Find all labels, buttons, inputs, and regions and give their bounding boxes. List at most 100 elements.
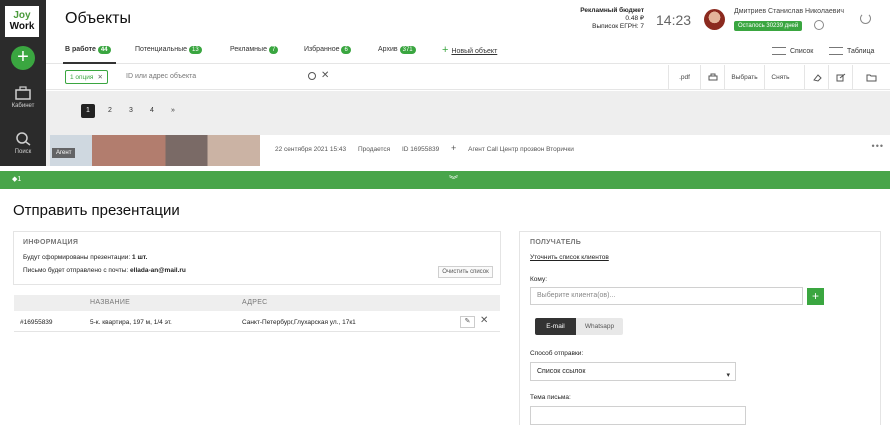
logo[interactable]: Joy Work [5,6,39,37]
subject-label: Тема письма: [530,394,571,401]
presentations-count: Будут сформированы презентации: 1 шт. [23,254,147,261]
object-card[interactable]: Агент 22 сентября 2021 15:43 Продается I… [50,135,890,166]
method-select[interactable]: Список ссылок ▾ [530,362,736,381]
clear-icon[interactable]: ✕ [321,70,329,81]
tab-potential[interactable]: Потенциальные 13 [135,46,202,54]
tab-favorites[interactable]: Избранное 6 [304,46,351,54]
tab-label: В работе [65,46,96,53]
budget-info: Рекламный бюджет 0.48 ₽ Выписок ЕГРН: 7 [572,7,644,31]
new-object-link[interactable]: + Новый объект [442,44,497,56]
clear-filter-button[interactable] [804,65,828,90]
to-label: Кому: [530,276,547,283]
logo-line1: Joy [13,10,31,21]
email-toggle[interactable]: E-mail [535,318,576,335]
pdf-button[interactable]: .pdf [668,65,700,90]
folder-button[interactable] [852,65,890,90]
page-title: Объекты [65,10,131,27]
view-list[interactable]: Список [772,47,813,55]
selected-count-badge: ◆1 [12,176,22,183]
edit-icon[interactable]: ✎ [460,316,475,328]
method-value: Список ссылок [537,368,586,375]
client-input[interactable]: Выберите клиента(ов)... [530,287,803,305]
whatsapp-toggle[interactable]: Whatsapp [576,318,623,335]
egrn-count: Выписок ЕГРН: 7 [592,23,644,30]
refine-clients-link[interactable]: Уточнить список клиентов [530,254,609,261]
table-row: #16955839 5-к. квартира, 197 м, 1/4 эт. … [14,312,500,332]
print-icon [708,73,717,81]
close-icon[interactable]: ✕ [97,74,102,81]
search-input[interactable]: ID или адрес объекта [126,73,196,80]
new-object-label: Новый объект [451,48,498,55]
add-icon[interactable]: + [451,143,456,153]
tab-label: Потенциальные [135,46,187,53]
sender-email-label: Письмо будет отправлено с почты: [23,267,129,274]
filter-bar: 1 опция ✕ ID или адрес объекта ✕ .pdf Выб… [46,65,890,90]
objects-list: 1 2 3 4 » Агент 22 сентября 2021 15:43 П… [46,91,890,166]
logo-line2: Work [9,21,35,32]
tab-in-work[interactable]: В работе 44 [65,46,111,54]
sidebar-item-label: Кабинет [11,103,35,109]
options-chip[interactable]: 1 опция ✕ [65,70,108,84]
chevron-down-icon[interactable]: ︾ [449,173,458,186]
plus-icon: + [442,44,449,56]
column-name: НАЗВАНИЕ [90,299,131,306]
share-icon [836,73,845,82]
avatar[interactable] [704,9,725,30]
object-agent[interactable]: Агент Call Центр прозвон Вторички [468,146,574,153]
chat-icon[interactable] [814,20,824,30]
presentations-count-value: 1 шт. [132,254,148,261]
power-icon[interactable] [860,13,871,24]
info-box: ИНФОРМАЦИЯ Будут сформированы презентаци… [13,231,501,285]
tab-count: 13 [189,46,202,54]
print-button[interactable] [700,65,724,90]
clear-list-button[interactable]: Очистить список [438,266,493,278]
column-address: АДРЕС [242,299,268,306]
object-photo[interactable] [50,135,260,166]
more-icon[interactable]: ••• [872,141,884,151]
tab-count: 371 [399,46,416,54]
page-3[interactable]: 3 [124,104,138,118]
sender-email-value: ellada-an@mail.ru [130,267,186,274]
chevron-down-icon: ▾ [726,372,730,379]
add-object-button[interactable]: + [11,46,35,70]
object-status: Продается [357,146,391,153]
tab-count: 44 [97,46,111,54]
tab-archive[interactable]: Архив 371 [378,46,416,54]
search-icon[interactable] [308,72,316,80]
page-next[interactable]: » [166,104,180,118]
tab-label: Архив [378,46,398,53]
delete-icon[interactable]: ✕ [480,315,488,326]
tab-label: Избранное [304,46,340,53]
sidebar-item-cabinet[interactable]: Кабинет [0,86,46,109]
deselect-button[interactable]: Снять [764,65,796,90]
eraser-icon [812,74,822,82]
sidebar: Joy Work + Кабинет Поиск [0,0,46,166]
select-button[interactable]: Выбрать [724,65,764,90]
row-address: Санкт-Петербург,Глухарская ул., 17к1 [242,319,356,326]
tab-advertising[interactable]: Рекламные 7 [230,46,279,54]
sidebar-item-label: Поиск [14,149,32,155]
page-1[interactable]: 1 [81,104,95,118]
share-button[interactable] [828,65,852,90]
sidebar-item-search[interactable]: Поиск [0,132,46,155]
panel-title: Отправить презентации [13,202,180,219]
table-header: НАЗВАНИЕ АДРЕС [14,295,500,311]
page-2[interactable]: 2 [103,104,117,118]
user-name[interactable]: Дмитриев Станислав Николаевич [734,8,844,15]
tab-count: 6 [341,46,351,54]
active-tab-indicator [63,62,116,64]
object-date: 22 сентября 2021 15:43 [275,146,347,153]
sender-email: Письмо будет отправлено с почты: ellada-… [23,267,186,274]
view-table[interactable]: Таблица [829,47,874,55]
info-header: ИНФОРМАЦИЯ [23,239,79,246]
presentation-panel-bar[interactable]: ◆1 ︾ [0,171,890,189]
presentations-count-label: Будут сформированы презентации: [23,254,131,261]
add-client-button[interactable]: + [807,288,824,305]
row-name: 5-к. квартира, 197 м, 1/4 эт. [90,319,172,326]
page-4[interactable]: 4 [145,104,159,118]
subject-input[interactable] [530,406,746,425]
budget-label: Рекламный бюджет [580,7,644,14]
tab-count: 7 [268,46,279,54]
object-meta: 22 сентября 2021 15:43 Продается ID 1695… [275,143,584,153]
tabs: В работе 44 Потенциальные 13 Рекламные 7 Из… [46,39,890,64]
